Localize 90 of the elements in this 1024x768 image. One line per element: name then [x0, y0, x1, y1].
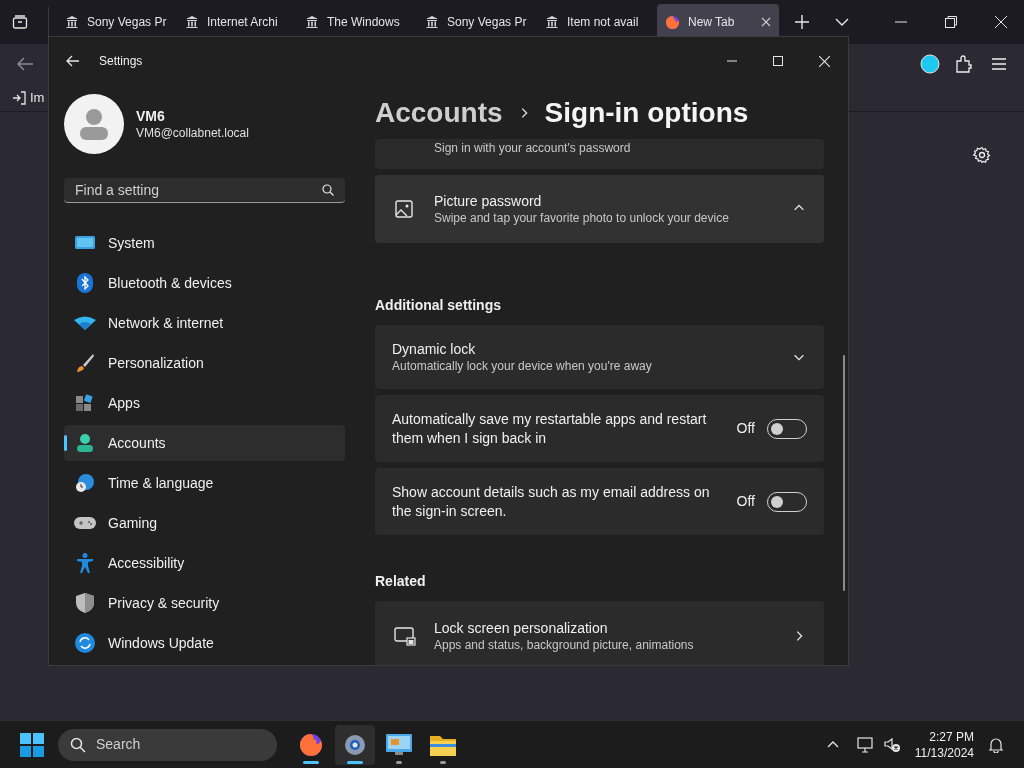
- card-subtitle: Apps and status, background picture, animations: [434, 637, 695, 653]
- nav-item[interactable]: Windows Update: [64, 625, 345, 661]
- clock[interactable]: 2:27 PM 11/13/2024: [914, 728, 974, 761]
- card-title: Picture password: [434, 192, 543, 210]
- columns-icon: [65, 15, 79, 29]
- puzzle-icon[interactable]: [956, 55, 972, 73]
- shield-icon: [76, 593, 94, 613]
- card-title: Dynamic lock: [392, 340, 477, 358]
- tab-title: The Windows: [327, 14, 401, 31]
- close-icon[interactable]: [761, 17, 771, 27]
- nav-item[interactable]: System: [64, 225, 345, 261]
- section-heading: Related: [375, 572, 427, 591]
- settings-card[interactable]: Lock screen personalization Apps and status, background picture, animations: [375, 601, 824, 665]
- nav-item[interactable]: Time & language: [64, 465, 345, 501]
- tab-title: New Tab: [688, 14, 736, 31]
- breadcrumb-link[interactable]: Accounts: [375, 92, 503, 134]
- columns-icon: [545, 15, 559, 29]
- nav-item[interactable]: Privacy & security: [64, 585, 345, 621]
- person-icon: [79, 108, 109, 140]
- card-title: Lock screen personalization: [434, 619, 609, 637]
- search-icon: [322, 184, 334, 196]
- account-icon[interactable]: [920, 54, 940, 74]
- nav-item[interactable]: Bluetooth & devices: [64, 265, 345, 301]
- close-icon[interactable]: [819, 55, 830, 67]
- person-icon: [75, 433, 95, 453]
- toggle-status: Off: [736, 492, 755, 511]
- browser-tab[interactable]: Sony Vegas Pr: [417, 4, 529, 40]
- section-heading: Additional settings: [375, 296, 502, 315]
- card-title: Automatically save my restartable apps and restart them when I sign back in: [392, 409, 708, 448]
- menu-icon[interactable]: [992, 58, 1006, 70]
- browser-tab[interactable]: Internet Archi: [177, 4, 289, 40]
- close-icon[interactable]: [995, 16, 1007, 28]
- window-title: Settings: [99, 53, 143, 70]
- bell-icon[interactable]: [988, 736, 1004, 753]
- restore-icon[interactable]: [945, 16, 957, 28]
- tab-list-icon[interactable]: [12, 14, 28, 30]
- browser-tab[interactable]: Sony Vegas Pr: [57, 4, 169, 40]
- tab-title: Internet Archi: [207, 14, 279, 31]
- tab-title: Sony Vegas Pr: [87, 14, 167, 31]
- nav-item[interactable]: Gaming: [64, 505, 345, 541]
- browser-tab[interactable]: The Windows: [297, 4, 409, 40]
- card-subtitle: Sign in with your account's password: [434, 141, 631, 155]
- user-name: VM6: [136, 107, 166, 125]
- columns-icon: [185, 15, 199, 29]
- folder-icon: [430, 733, 456, 756]
- maximize-icon[interactable]: [773, 56, 783, 66]
- gamepad-icon: [74, 515, 96, 531]
- card-subtitle: Swipe and tap your favorite photo to unlock your device: [434, 210, 730, 226]
- windows-logo-icon[interactable]: [20, 732, 44, 757]
- nav-item[interactable]: Network & internet: [64, 305, 345, 341]
- import-icon[interactable]: [12, 90, 26, 105]
- card-subtitle: Automatically lock your device when you're away: [392, 358, 653, 374]
- search-field[interactable]: Find a setting: [64, 178, 345, 203]
- bluetooth-icon: [77, 273, 93, 293]
- search-field[interactable]: Search: [58, 728, 277, 761]
- nav-item[interactable]: Accounts: [64, 425, 345, 461]
- gear-icon: [343, 732, 367, 757]
- search-icon: [70, 736, 86, 753]
- card-title: Show account details such as my email address on the sign-in screen.: [392, 482, 711, 521]
- settings-card[interactable]: Picture password Swipe and tap your favorite photo to unlock your device: [375, 175, 824, 243]
- speaker-muted-icon[interactable]: [882, 735, 901, 754]
- lock-screen-icon: [394, 626, 416, 646]
- refresh-icon: [75, 633, 95, 653]
- browser-tab[interactable]: Item not avail: [537, 4, 649, 40]
- network-icon[interactable]: [856, 735, 875, 754]
- plus-icon[interactable]: [795, 15, 809, 29]
- toggle-status: Off: [736, 419, 755, 438]
- settings-icon[interactable]: [973, 146, 991, 164]
- accessibility-icon: [77, 553, 93, 573]
- picture-icon: [394, 199, 414, 219]
- bookmark-label[interactable]: Im: [30, 87, 45, 108]
- user-email: VM6@collabnet.local: [136, 125, 249, 141]
- tab-title: Sony Vegas Pr: [447, 14, 527, 31]
- columns-icon: [425, 15, 439, 29]
- nav-item[interactable]: Accessibility: [64, 545, 345, 581]
- settings-card[interactable]: Dynamic lock Automatically lock your device when you're away: [375, 325, 824, 389]
- paintbrush-icon: [75, 353, 95, 373]
- page-title: Sign-in options: [544, 96, 749, 130]
- firefox-icon: [299, 732, 323, 757]
- nav-item[interactable]: Personalization: [64, 345, 345, 381]
- control-panel-icon: [386, 733, 412, 756]
- taskbar-app[interactable]: [335, 724, 375, 765]
- nav-item[interactable]: Apps: [64, 385, 345, 421]
- columns-icon: [305, 15, 319, 29]
- monitor-icon: [75, 235, 95, 251]
- tab-title: Item not avail: [567, 14, 640, 31]
- wifi-icon: [74, 316, 96, 330]
- firefox-icon: [665, 14, 680, 30]
- apps-icon: [75, 393, 95, 413]
- globe-clock-icon: [75, 473, 95, 493]
